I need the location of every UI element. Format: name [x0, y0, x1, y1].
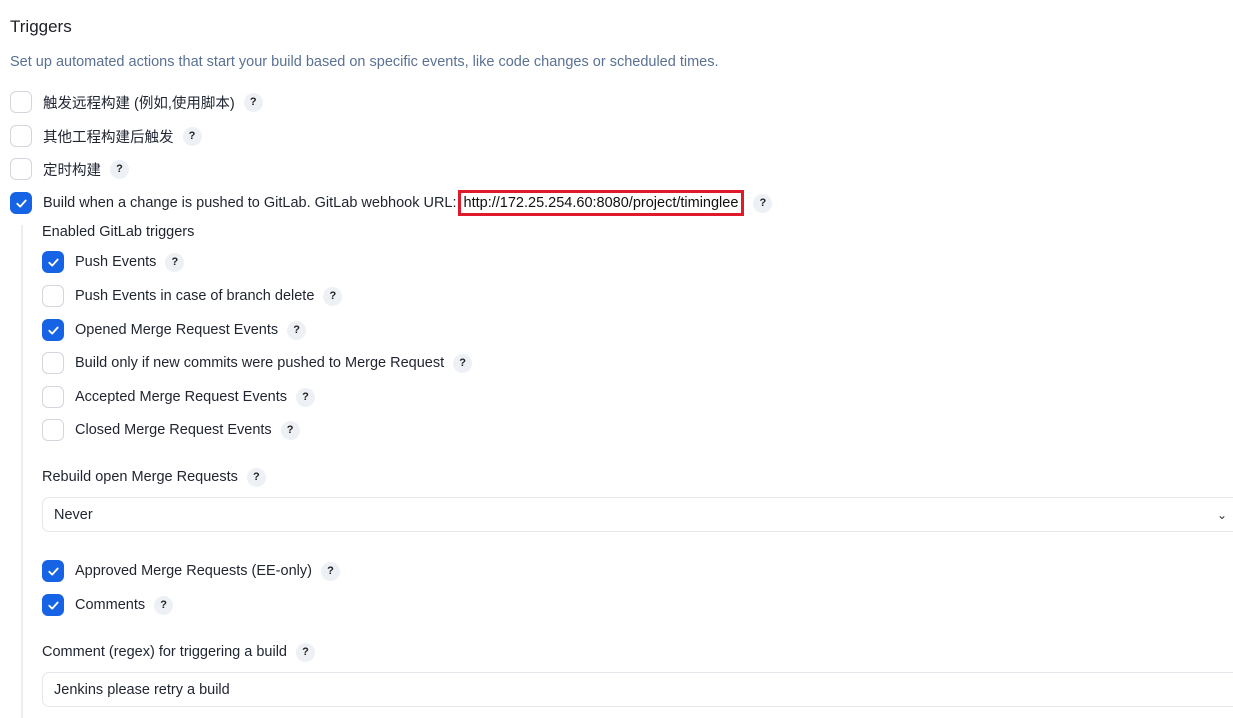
trigger-gitlab-push[interactable]: Build when a change is pushed to GitLab.…	[10, 190, 773, 216]
checkbox-remote-build[interactable]	[10, 91, 32, 113]
checkbox-approved-mr[interactable]	[42, 560, 64, 582]
comment-regex-label-row: Comment (regex) for triggering a build ?	[42, 641, 315, 663]
event-push-branch-delete[interactable]: Push Events in case of branch delete ?	[42, 284, 343, 308]
check-icon	[47, 258, 59, 266]
webhook-url-highlight: http://172.25.254.60:8080/project/timing…	[457, 190, 745, 216]
help-icon[interactable]: ?	[287, 320, 307, 340]
help-icon[interactable]: ?	[280, 420, 300, 440]
trigger-remote-build-label: 触发远程构建 (例如,使用脚本)	[43, 95, 235, 112]
checkbox-scheduled-build[interactable]	[10, 158, 32, 180]
event-closed-mr-label: Closed Merge Request Events	[75, 422, 272, 438]
option-comments-label: Comments	[75, 597, 146, 613]
event-opened-mr-label: Opened Merge Request Events	[75, 322, 279, 338]
event-accepted-mr[interactable]: Accepted Merge Request Events ?	[42, 385, 315, 409]
help-icon[interactable]: ?	[295, 387, 315, 407]
help-icon[interactable]: ?	[453, 353, 473, 373]
event-new-commits-mr[interactable]: Build only if new commits were pushed to…	[42, 351, 473, 375]
help-icon[interactable]: ?	[182, 126, 202, 146]
checkbox-new-commits-mr[interactable]	[42, 352, 64, 374]
check-icon	[47, 601, 59, 609]
help-icon[interactable]: ?	[165, 252, 185, 272]
checkbox-after-other-projects[interactable]	[10, 125, 32, 147]
rebuild-mr-selected-value: Never	[54, 506, 93, 523]
event-push-label: Push Events	[75, 254, 157, 270]
trigger-remote-build[interactable]: 触发远程构建 (例如,使用脚本) ?	[10, 90, 263, 114]
help-icon[interactable]: ?	[753, 193, 773, 213]
checkbox-push-branch-delete[interactable]	[42, 285, 64, 307]
checkbox-comments[interactable]	[42, 594, 64, 616]
chevron-down-icon: ⌄	[1216, 508, 1227, 522]
webhook-url: http://172.25.254.60:8080/project/timing…	[463, 195, 739, 211]
nested-options-indent-line	[21, 225, 23, 718]
help-icon[interactable]: ?	[320, 561, 340, 581]
option-comments[interactable]: Comments ?	[42, 593, 174, 617]
checkbox-push-events[interactable]	[42, 251, 64, 273]
help-icon[interactable]: ?	[110, 159, 129, 179]
trigger-after-other-projects[interactable]: 其他工程构建后触发 ?	[10, 124, 202, 148]
option-approved-mr-label: Approved Merge Requests (EE-only)	[75, 563, 312, 579]
trigger-scheduled-build-label: 定时构建	[43, 162, 101, 179]
help-icon[interactable]: ?	[243, 92, 263, 112]
event-push[interactable]: Push Events ?	[42, 250, 185, 274]
event-closed-mr[interactable]: Closed Merge Request Events ?	[42, 418, 300, 442]
event-accepted-mr-label: Accepted Merge Request Events	[75, 389, 287, 405]
option-approved-mr[interactable]: Approved Merge Requests (EE-only) ?	[42, 559, 340, 583]
help-icon[interactable]: ?	[296, 642, 315, 662]
comment-regex-label: Comment (regex) for triggering a build	[42, 644, 287, 660]
check-icon	[47, 326, 59, 334]
check-icon	[15, 199, 27, 207]
rebuild-mr-select[interactable]: Never ⌄	[42, 497, 1233, 532]
trigger-gitlab-push-label: Build when a change is pushed to GitLab.…	[43, 195, 457, 211]
rebuild-mr-label-row: Rebuild open Merge Requests ?	[42, 466, 266, 488]
trigger-after-other-projects-label: 其他工程构建后触发	[43, 129, 174, 146]
enabled-triggers-heading: Enabled GitLab triggers	[42, 224, 195, 240]
checkbox-gitlab-push[interactable]	[10, 192, 32, 214]
section-description: Set up automated actions that start your…	[10, 54, 719, 70]
checkbox-accepted-mr[interactable]	[42, 386, 64, 408]
check-icon	[47, 567, 59, 575]
help-icon[interactable]: ?	[154, 595, 174, 615]
event-new-commits-mr-label: Build only if new commits were pushed to…	[75, 355, 445, 371]
section-title: Triggers	[10, 17, 72, 36]
comment-regex-input[interactable]: Jenkins please retry a build	[42, 672, 1233, 707]
help-icon[interactable]: ?	[323, 286, 343, 306]
event-opened-mr[interactable]: Opened Merge Request Events ?	[42, 318, 307, 342]
checkbox-closed-mr[interactable]	[42, 419, 64, 441]
help-icon[interactable]: ?	[246, 467, 266, 487]
event-push-branch-delete-label: Push Events in case of branch delete	[75, 288, 315, 304]
comment-regex-value: Jenkins please retry a build	[54, 681, 230, 698]
rebuild-mr-label: Rebuild open Merge Requests	[42, 469, 238, 485]
trigger-scheduled-build[interactable]: 定时构建 ?	[10, 157, 129, 181]
checkbox-opened-mr[interactable]	[42, 319, 64, 341]
